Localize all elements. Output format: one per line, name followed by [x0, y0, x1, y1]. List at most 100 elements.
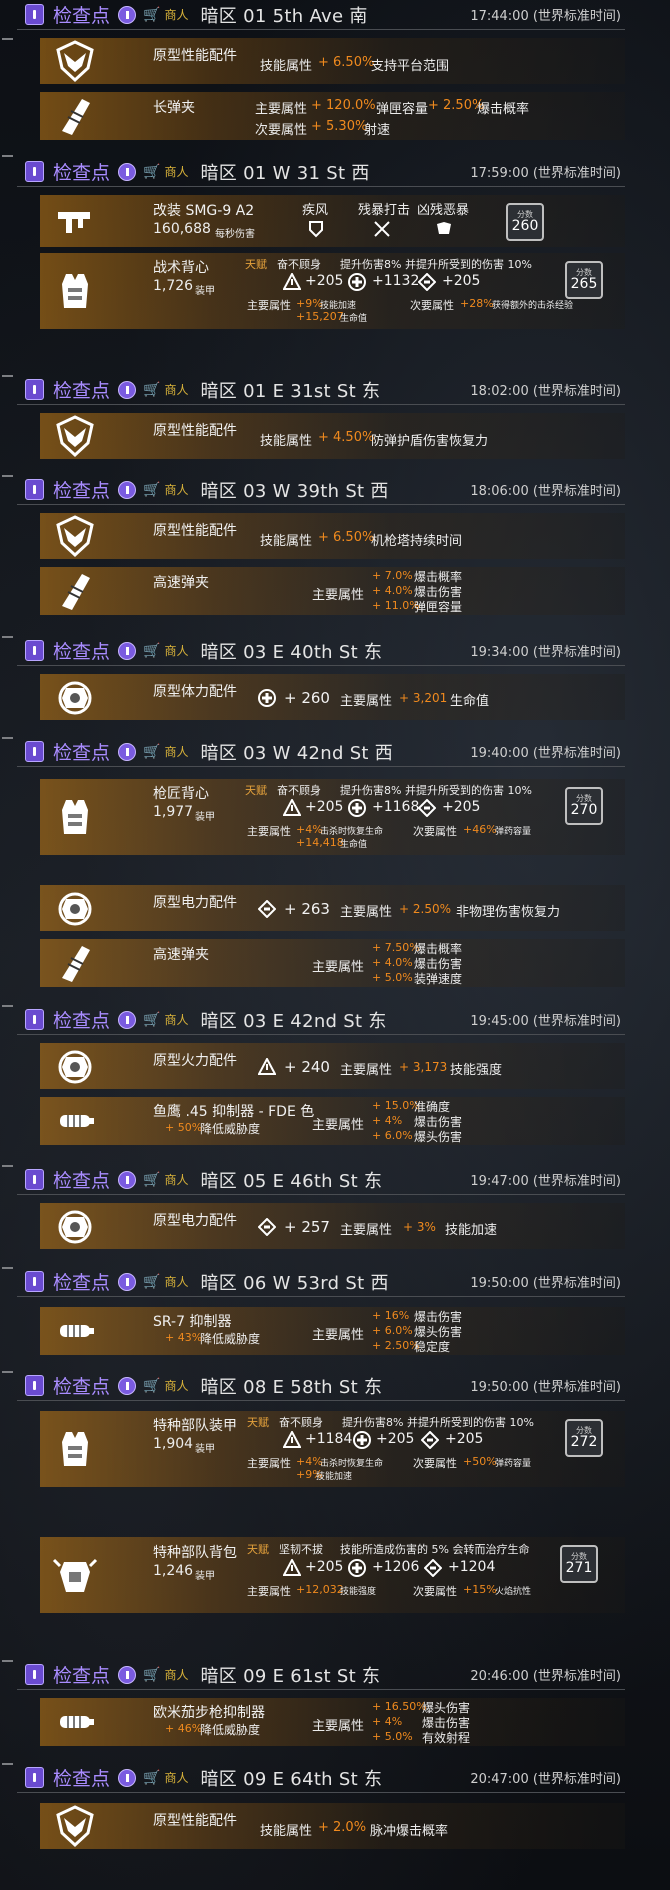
- performance-mod-icon: [50, 413, 100, 459]
- item-perf-mod[interactable]: 原型性能配件 技能属性 + 2.0% 脉冲爆击概率: [40, 1803, 625, 1849]
- armor-stat-icon: [283, 799, 301, 816]
- main2-desc: 爆击概率: [477, 102, 530, 117]
- checkpoint-header: 检查点 🛒 商人 暗区 03 W 42nd St 西 19:40:00 (世界标…: [17, 737, 625, 767]
- magazine-icon: [50, 940, 100, 986]
- armor-value: 1,977: [153, 804, 194, 820]
- cart-icon: 🛒: [143, 1011, 161, 1028]
- checkpoint-header: 检查点 🛒 商人 暗区 01 E 31st St 东 18:02:00 (世界标…: [17, 375, 625, 405]
- talent-name: 奋不顾身: [277, 258, 321, 271]
- minor1-value: + 5.30%: [311, 119, 368, 134]
- item-fast-mag[interactable]: 高速弹夹 主要属性 + 7.0% 爆击概率 + 4.0% 爆击伤害 + 11.0…: [40, 567, 625, 615]
- vendor-label: 商人: [164, 8, 189, 22]
- item-sf-backpack[interactable]: 特种部队背包 1,246 装甲 天赋 坚韧不拔 技能所造成伤害的 5% 会转而治…: [40, 1537, 625, 1613]
- checkpoint-header: 检查点 🛒 商人 暗区 05 E 46th St 东 19:47:00 (世界标…: [17, 1165, 625, 1195]
- item-perf-mod[interactable]: 原型性能配件 技能属性 + 6.50% 机枪塔持续时间: [40, 513, 625, 559]
- item-smg[interactable]: 改装 SMG-9 A2 160,688 每秒伤害 疾风 残暴打击 凶残恶暴 分数…: [40, 195, 625, 247]
- item-name: 改装 SMG-9 A2: [153, 203, 255, 219]
- attr-desc: 机枪塔持续时间: [371, 534, 463, 549]
- power-stat-icon: [418, 273, 436, 291]
- item-name: 原型性能配件: [153, 523, 237, 539]
- side-tick: [2, 475, 13, 477]
- talent-name: 奋不顾身: [277, 784, 321, 797]
- item-sr7-suppressor[interactable]: SR-7 抑制器 + 43% 降低威胁度 主要属性 + 16% 爆击伤害 + 6…: [40, 1307, 625, 1355]
- item-sf-armor[interactable]: 特种部队装甲 1,904 装甲 天赋 奋不顾身 提升伤害8% 并提升所受到的伤害…: [40, 1411, 625, 1487]
- item-omega-suppressor[interactable]: 欧米茄步枪抑制器 + 46% 降低威胁度 主要属性 + 16.50% 爆头伤害 …: [40, 1698, 625, 1746]
- location-text: 暗区 03 W 42nd St 西: [200, 742, 394, 764]
- item-tactical-vest[interactable]: 战术背心 1,726 装甲 天赋 奋不顾身 提升伤害8% 并提升所受到的伤害 1…: [40, 253, 625, 329]
- main-label: 主要属性: [340, 905, 393, 920]
- time-text: 17:59:00 (世界标准时间): [470, 166, 621, 181]
- vendor-label: 商人: [164, 1013, 189, 1027]
- item-stamina-mod[interactable]: 原型体力配件 + 260 主要属性 + 3,201 生命值: [40, 674, 625, 720]
- item-gunner-vest[interactable]: 枪匠背心 1,977 装甲 天赋 奋不顾身 提升伤害8% 并提升所受到的伤害 1…: [40, 779, 625, 855]
- talent-tag: 天赋: [247, 1543, 269, 1556]
- item-osprey-suppressor[interactable]: 鱼鹰 .45 抑制器 - FDE 色 + 50% 降低威胁度 主要属性 + 15…: [40, 1097, 625, 1145]
- stat1: +205: [305, 273, 344, 289]
- score-badge: 分数 260: [506, 203, 544, 241]
- score-value: 270: [570, 802, 598, 818]
- main-label: 主要属性: [340, 1063, 393, 1078]
- talent3-icon: [437, 222, 451, 234]
- vendor-label: 商人: [164, 483, 189, 497]
- item-perf-mod[interactable]: 原型性能配件 技能属性 + 6.50% 支持平台范围: [40, 38, 625, 84]
- location-text: 暗区 01 W 31 St 西: [200, 162, 370, 184]
- stat-value: + 263: [284, 900, 330, 918]
- value1: + 16.50%: [372, 1700, 427, 1713]
- power-stat-icon: [421, 1431, 439, 1449]
- item-firearms-mod[interactable]: 原型火力配件 + 240 主要属性 + 3,173 技能强度: [40, 1043, 625, 1089]
- value3: + 6.0%: [372, 1129, 413, 1142]
- main2-value: +15,207: [296, 310, 344, 323]
- location-text: 暗区 06 W 53rd St 西: [200, 1272, 389, 1294]
- score-badge: 分数 265: [565, 261, 603, 299]
- item-perf-mod[interactable]: 原型性能配件 技能属性 + 4.50% 防弹护盾伤害恢复力: [40, 413, 625, 459]
- armor-value: 1,246: [153, 1563, 194, 1579]
- main-value: + 2.50%: [399, 902, 451, 916]
- time-text: 18:02:00 (世界标准时间): [470, 384, 621, 399]
- item-electronic-mod[interactable]: 原型电力配件 + 263 主要属性 + 2.50% 非物理伤害恢复力: [40, 885, 625, 931]
- power-stat-icon: [424, 1559, 442, 1577]
- item-electronic-mod[interactable]: 原型电力配件 + 257 主要属性 + 3% 技能加速: [40, 1203, 625, 1249]
- checkpoint-icon: [25, 1009, 44, 1030]
- main-label: 主要属性: [247, 1457, 291, 1470]
- magazine-icon: [50, 93, 100, 139]
- vest-icon: [50, 794, 100, 840]
- item-name: 欧米茄步枪抑制器: [153, 1705, 265, 1721]
- sub-value: + 50%: [165, 1121, 203, 1134]
- minor1-desc: 弹药容量: [495, 1459, 532, 1469]
- item-fast-mag[interactable]: 高速弹夹 主要属性 + 7.50% 爆击概率 + 4.0% 爆击伤害 + 5.0…: [40, 939, 625, 987]
- stat3: +205: [442, 273, 481, 289]
- main-label: 主要属性: [312, 588, 365, 603]
- time-text: 18:06:00 (世界标准时间): [470, 484, 621, 499]
- location-text: 暗区 03 E 40th St 东: [200, 641, 383, 663]
- time-text: 17:44:00 (世界标准时间): [470, 9, 621, 24]
- performance-mod-icon: [50, 38, 100, 84]
- checkpoint-label: 检查点: [53, 1010, 111, 1032]
- item-long-mag[interactable]: 长弹夹 主要属性 + 120.0% 弹匣容量 + 2.50% 爆击概率 次要属性…: [40, 92, 625, 140]
- score-value: 272: [570, 1434, 598, 1450]
- checkpoint-icon: [25, 379, 44, 400]
- minor1-desc: 火焰抗性: [495, 1587, 532, 1597]
- value2: + 6.0%: [372, 1324, 413, 1337]
- score-badge: 分数 272: [565, 1419, 603, 1457]
- talent2-icon: [374, 221, 390, 237]
- cart-icon: 🛒: [143, 1171, 161, 1188]
- vendor-label: 商人: [164, 165, 189, 179]
- gear-mod-icon: [50, 1203, 100, 1249]
- health-stat-icon: [348, 273, 366, 291]
- vendor-badge-icon: [118, 380, 137, 399]
- checkpoint-icon: [25, 479, 44, 500]
- minor1-desc: 射速: [364, 123, 391, 138]
- item-name: 特种部队装甲: [153, 1418, 237, 1434]
- checkpoint-icon: [25, 1664, 44, 1685]
- talent-tag: 天赋: [245, 784, 267, 797]
- main-value: + 3,201: [399, 691, 448, 705]
- attr-value: + 6.50%: [318, 55, 375, 70]
- item-name: 原型性能配件: [153, 48, 237, 64]
- checkpoint-header: 检查点 🛒 商人 暗区 09 E 64th St 东 20:47:00 (世界标…: [17, 1763, 625, 1793]
- minor-label: 次要属性: [255, 123, 308, 138]
- stat-value: + 240: [284, 1058, 330, 1076]
- item-name: 原型性能配件: [153, 1813, 237, 1829]
- main1-desc: 弹匣容量: [376, 102, 429, 117]
- attr-desc: 支持平台范围: [371, 59, 450, 74]
- vendor-label: 商人: [164, 644, 189, 658]
